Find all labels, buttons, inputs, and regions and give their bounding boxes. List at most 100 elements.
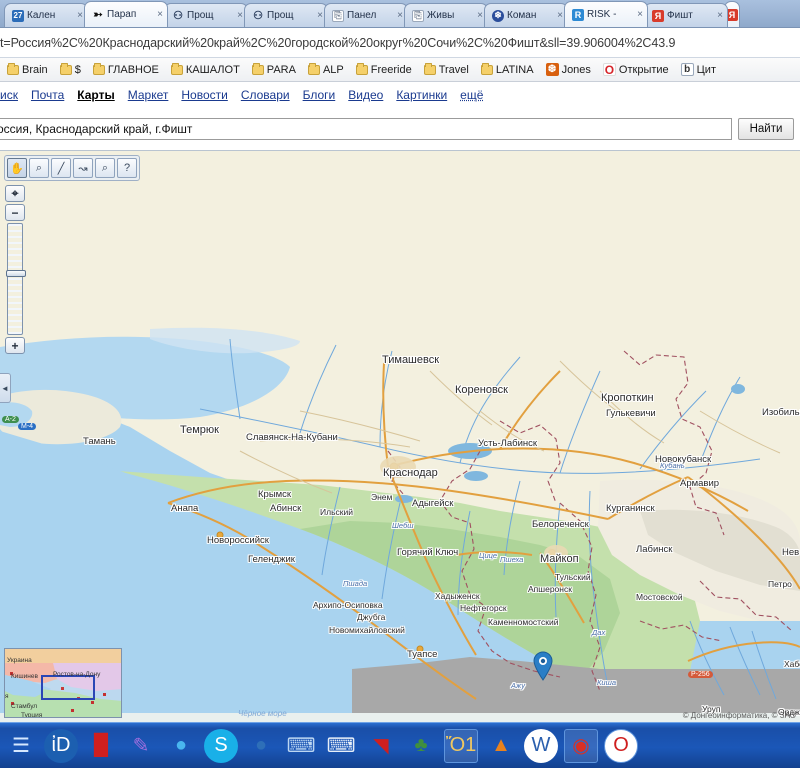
- help-cursor-tool[interactable]: ?: [117, 158, 137, 178]
- taskbar-word[interactable]: W: [524, 728, 558, 763]
- bookmark-9[interactable]: ❆ Jones: [541, 61, 596, 78]
- bookmark-7[interactable]: Travel: [419, 62, 474, 78]
- taskbar-internet-globe[interactable]: ●: [244, 729, 278, 763]
- bookmark-0[interactable]: Brain: [2, 62, 53, 78]
- bookmark-label: Цит: [696, 63, 716, 76]
- browser-tab-8[interactable]: Я Фишт ×: [644, 3, 728, 27]
- yandex-nav-5[interactable]: Словари: [241, 88, 290, 102]
- yandex-nav-2[interactable]: Карты: [77, 88, 114, 102]
- bookmark-1[interactable]: $: [55, 62, 86, 78]
- route-tool[interactable]: ↝: [73, 158, 93, 178]
- taskbar-red-arrow[interactable]: ◥: [364, 729, 398, 763]
- tab-close-icon[interactable]: ×: [477, 10, 483, 21]
- taskbar-browser-globe[interactable]: ●: [164, 729, 198, 763]
- browser-tab-0[interactable]: 27 Кален ×: [4, 3, 88, 27]
- bookmark-5[interactable]: ALP: [303, 62, 349, 78]
- map-label-2: Кропоткин: [601, 392, 654, 404]
- bookmark-label: PARA: [266, 63, 296, 76]
- zoom-area-tool[interactable]: ⌕: [29, 158, 49, 178]
- minimap-label-4: Турция: [21, 712, 43, 718]
- map-label-44: Чёрное море: [238, 709, 287, 718]
- browser-tab-6[interactable]: ❄ Коман ×: [484, 3, 568, 27]
- tab-close-icon[interactable]: ×: [397, 10, 403, 21]
- bookmark-11[interactable]: b Цит: [676, 61, 721, 78]
- comment-tool[interactable]: ⌕: [95, 158, 115, 178]
- yandex-nav-7[interactable]: Видео: [348, 88, 383, 102]
- bookmark-2[interactable]: ГЛАВНОЕ: [88, 62, 164, 78]
- bookmark-4[interactable]: PARA: [247, 62, 301, 78]
- map-viewport[interactable]: Тимашевск Кореновск Кропоткин Гулькевичи Изо…: [0, 150, 800, 722]
- map-label-52: Ажу: [511, 681, 525, 690]
- yandex-nav-1[interactable]: Почта: [31, 88, 64, 102]
- bookmark-3[interactable]: КАШАЛОТ: [166, 62, 245, 78]
- folder-icon: [307, 62, 320, 75]
- taskbar-google-earth[interactable]: ἰD: [44, 728, 78, 763]
- bookmark-label: КАШАЛОТ: [185, 63, 240, 76]
- map-label-20: Новороссийск: [207, 535, 269, 546]
- tab-label: Кален: [27, 10, 56, 21]
- taskbar-vlc[interactable]: ▲: [484, 729, 518, 763]
- pan-hand-tool[interactable]: ✋: [7, 158, 27, 178]
- map-label-34: Новомихайловский: [329, 625, 405, 635]
- taskbar-dictionary[interactable]: █: [84, 729, 118, 763]
- bookmark-8[interactable]: LATINA: [476, 62, 539, 78]
- address-bar[interactable]: t=Россия%2C%20Краснодарский%20край%2C%20…: [0, 28, 800, 58]
- bookmark-label: Brain: [22, 63, 48, 76]
- browser-tab-3[interactable]: ⚇ Прощ ×: [244, 3, 328, 27]
- taskbar-chrome[interactable]: ◉: [564, 728, 598, 763]
- taskbar-notepad[interactable]: ☰: [4, 729, 38, 763]
- taskbar-remote-desktop[interactable]: ⌨: [284, 729, 318, 763]
- map-label-51: Киша: [597, 678, 616, 687]
- map-label-30: Нефтегорск: [460, 603, 507, 613]
- browser-tab-7[interactable]: R RISK - ×: [564, 1, 648, 27]
- taskbar-skype[interactable]: S: [204, 728, 238, 763]
- locate-icon[interactable]: ⌖: [5, 185, 25, 202]
- taskbar-calculator[interactable]: ⌨: [324, 729, 358, 763]
- yandex-nav-6[interactable]: Блоги: [303, 88, 336, 102]
- tab-close-icon[interactable]: ×: [317, 10, 323, 21]
- zoom-out-button[interactable]: −: [5, 204, 25, 221]
- ruler-tool[interactable]: ╱: [51, 158, 71, 178]
- yandex-nav-3[interactable]: Маркет: [128, 88, 169, 102]
- zoom-slider-thumb[interactable]: [6, 270, 26, 277]
- map-copyright: © Донгеоинформатика, © ЗАО: [682, 711, 796, 720]
- blue-b-icon: b: [680, 63, 694, 76]
- map-label-3: Гулькевичи: [606, 408, 656, 419]
- taskbar-pen[interactable]: ✎: [124, 729, 158, 763]
- bookmark-10[interactable]: O Открытие: [598, 61, 674, 78]
- find-button[interactable]: Найти: [738, 118, 794, 140]
- browser-tab-4[interactable]: ⎘ Панел ×: [324, 3, 408, 27]
- yandex-nav-4[interactable]: Новости: [181, 88, 227, 102]
- bookmark-6[interactable]: Freeride: [351, 62, 417, 78]
- tab-close-icon[interactable]: ×: [637, 9, 643, 20]
- taskbar-explorer[interactable]: Ὄ1: [444, 728, 478, 763]
- tab-close-icon[interactable]: ×: [557, 10, 563, 21]
- map-label-1: Кореновск: [455, 384, 508, 396]
- map-marker[interactable]: [532, 651, 554, 681]
- taskbar-opera[interactable]: O: [604, 728, 638, 763]
- jones-icon: ❆: [545, 63, 559, 76]
- tab-close-icon[interactable]: ×: [717, 10, 723, 21]
- yandex-nav-0[interactable]: иск: [0, 88, 18, 102]
- browser-tab-1[interactable]: ➳ Парап ×: [84, 1, 168, 27]
- minimap-viewport-rect[interactable]: [41, 675, 95, 700]
- overview-minimap[interactable]: Украина Кишинев Ростов-на-Дону Стамбул Турци…: [4, 648, 122, 718]
- bookmark-label: Freeride: [370, 63, 412, 76]
- map-canvas[interactable]: Тимашевск Кореновск Кропоткин Гулькевичи Изо…: [0, 151, 800, 722]
- tab-close-icon[interactable]: ×: [157, 9, 163, 20]
- panel-collapse-arrow-icon[interactable]: ◄: [0, 373, 11, 403]
- yandex-nav-8[interactable]: Картинки: [396, 88, 447, 102]
- browser-tab-2[interactable]: ⚇ Прощ ×: [164, 3, 248, 27]
- zoom-in-button[interactable]: +: [5, 337, 25, 354]
- map-label-50: Дах: [592, 628, 606, 637]
- browser-tab-5[interactable]: ⎘ Живы ×: [404, 3, 488, 27]
- tab-close-icon[interactable]: ×: [237, 10, 243, 21]
- taskbar-tree[interactable]: ♣: [404, 729, 438, 763]
- snowflake-icon: ❄: [492, 9, 504, 22]
- yandex-nav-9[interactable]: ещё: [460, 88, 483, 102]
- map-search-input[interactable]: [0, 118, 732, 140]
- tab-close-icon[interactable]: ×: [77, 10, 83, 21]
- folder-icon: [251, 62, 264, 75]
- zoom-slider[interactable]: [6, 223, 26, 335]
- calendar-icon: 27: [12, 9, 24, 22]
